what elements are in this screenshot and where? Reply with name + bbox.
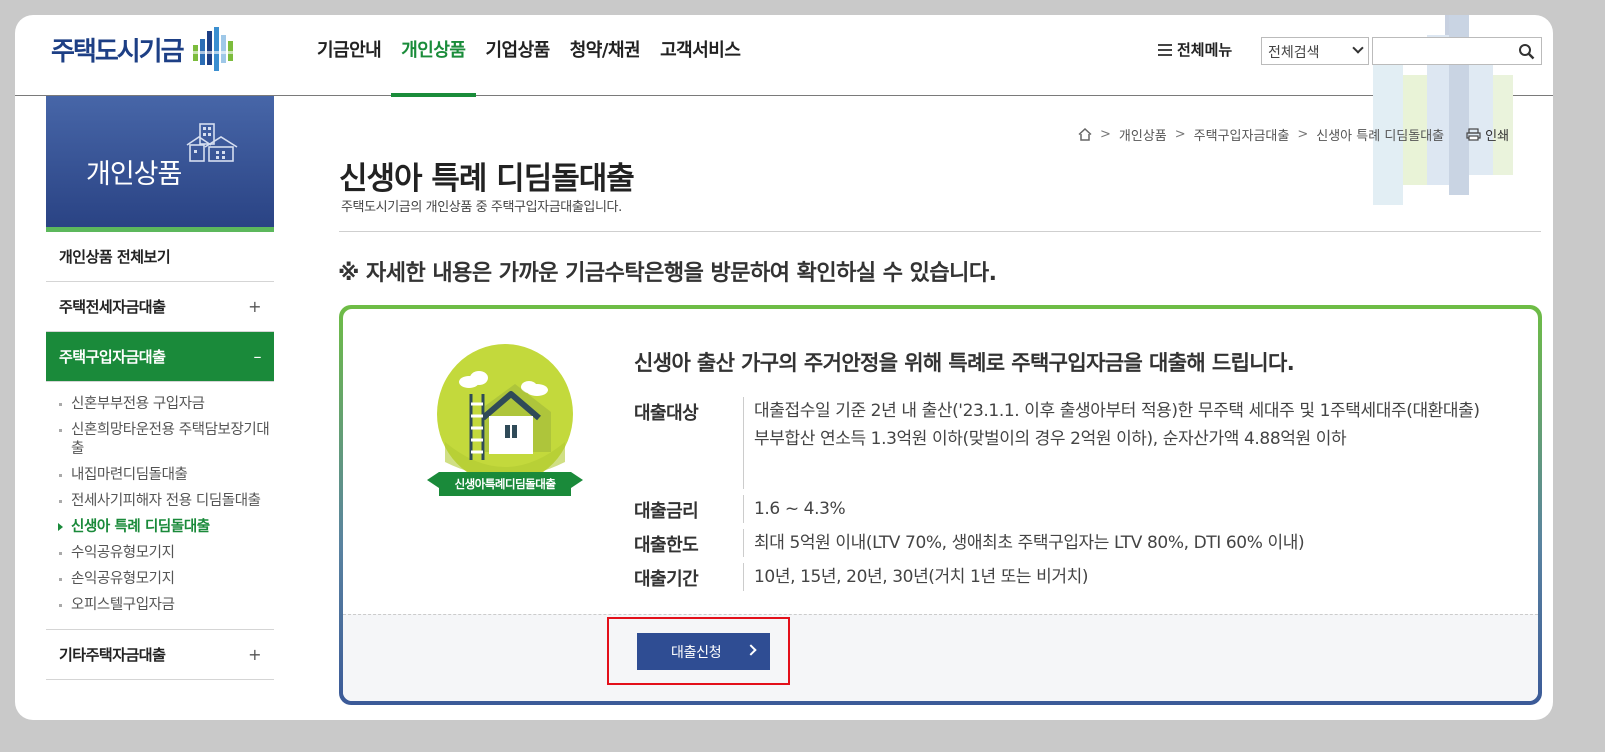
all-menu-button[interactable]: 전체메뉴 (1158, 39, 1232, 60)
submenu-item-officetel[interactable]: 오피스텔구입자금 (59, 593, 274, 619)
detail-value: 대출접수일 기준 2년 내 출산('23.1.1. 이후 출생아부터 적용)한 … (744, 397, 1514, 489)
sidebar-item-purchase-loan[interactable]: 주택구입자금대출 – (46, 332, 274, 382)
sidebar-submenu-container: 신혼부부전용 구입자금 신혼희망타운전용 주택담보장기대출 내집마련디딤돌대출 … (46, 382, 274, 630)
sidebar-item-all-personal[interactable]: 개인상품 전체보기 (46, 232, 274, 282)
sidebar-item-jeonse-loan[interactable]: 주택전세자금대출 + (46, 282, 274, 332)
nav-customer-service[interactable]: 고객서비스 (650, 15, 750, 96)
submenu-item-gain-loss-sharing[interactable]: 손익공유형모기지 (59, 567, 274, 593)
detail-label: 대출한도 (634, 529, 744, 557)
search-input[interactable] (1372, 37, 1542, 65)
sidebar-submenu: 신혼부부전용 구입자금 신혼희망타운전용 주택담보장기대출 내집마련디딤돌대출 … (46, 382, 274, 630)
nav-subscription-bonds[interactable]: 청약/채권 (560, 15, 650, 96)
hamburger-icon (1158, 43, 1172, 56)
collapse-icon: – (253, 347, 262, 366)
site-logo[interactable]: 주택도시기금 (51, 27, 239, 71)
detail-value: 1.6 ~ 4.3% (754, 499, 846, 519)
product-headline: 신생아 출산 가구의 주거안정을 위해 특례로 주택구입자금을 대출해 드립니다… (634, 351, 1295, 375)
site-header: 주택도시기금 기금안내 개인상품 기업상품 청약/채권 고객서비스 전체메뉴 전… (15, 15, 1553, 205)
browser-frame: 주택도시기금 기금안내 개인상품 기업상품 청약/채권 고객서비스 전체메뉴 전… (15, 15, 1553, 720)
expand-icon: + (248, 645, 261, 664)
sidebar-item-label: 개인상품 전체보기 (59, 248, 171, 266)
notice-text: ※ 자세한 내용은 가까운 기금수탁은행을 방문하여 확인하실 수 있습니다. (338, 261, 997, 286)
search-scope-select[interactable]: 전체검색 (1261, 37, 1369, 65)
logo-text: 주택도시기금 (51, 36, 185, 67)
detail-row-period: 대출기간 10년, 15년, 20년, 30년(거치 1년 또는 비거치) (634, 563, 1514, 591)
submenu-item-newlywed-hope-town[interactable]: 신혼희망타운전용 주택담보장기대출 (59, 418, 274, 463)
logo-mark-icon (190, 27, 237, 71)
sidebar-header: 개인상품 (46, 96, 274, 232)
nav-fund-info[interactable]: 기금안내 (307, 15, 391, 96)
detail-label: 대출기간 (634, 563, 744, 591)
highlight-box (607, 617, 790, 685)
submenu-item-profit-sharing[interactable]: 수익공유형모기지 (59, 541, 274, 567)
product-box-inner: 신생아특례디딤돌대출 신생아 출산 가구의 주거안정을 위해 특례로 주택구입자… (343, 309, 1538, 701)
breadcrumb: > 개인상품 > 주택구입자금대출 > 신생아 특례 디딤돌대출 인쇄 (1078, 125, 1509, 144)
printer-icon (1466, 128, 1481, 141)
detail-line: 대출접수일 기준 2년 내 출산('23.1.1. 이후 출생아부터 적용)한 … (754, 401, 1480, 421)
building-icon (186, 123, 238, 162)
sidebar-item-other-housing-loan[interactable]: 기타주택자금대출 + (46, 630, 274, 680)
home-icon[interactable] (1078, 128, 1092, 141)
product-box: 신생아특례디딤돌대출 신생아 출산 가구의 주거안정을 위해 특례로 주택구입자… (339, 305, 1542, 705)
chevron-right-icon: > (1297, 127, 1309, 142)
all-menu-label: 전체메뉴 (1177, 41, 1233, 59)
page-description: 주택도시기금의 개인상품 중 주택구입자금대출입니다. (341, 200, 622, 215)
chevron-right-icon: > (1174, 127, 1186, 142)
badge-label: 신생아특례디딤돌대출 (454, 477, 556, 491)
sidebar-item-label: 주택구입자금대출 (59, 348, 166, 366)
product-details: 대출대상 대출접수일 기준 2년 내 출산('23.1.1. 이후 출생아부터 … (634, 397, 1514, 591)
submenu-item-didimdol[interactable]: 내집마련디딤돌대출 (59, 463, 274, 489)
print-label: 인쇄 (1485, 129, 1510, 144)
detail-label: 대출금리 (634, 495, 744, 523)
chevron-right-icon: > (1100, 127, 1111, 142)
detail-label: 대출대상 (634, 397, 744, 489)
sidebar-item-label: 주택전세자금대출 (59, 298, 166, 316)
detail-row-limit: 대출한도 최대 5억원 이내(LTV 70%, 생애최초 주택구입자는 LTV … (634, 529, 1514, 557)
expand-icon: + (248, 297, 261, 316)
submenu-item-jeonse-fraud-victim[interactable]: 전세사기피해자 전용 디딤돌대출 (59, 489, 274, 515)
detail-row-rate: 대출금리 1.6 ~ 4.3% (634, 495, 1514, 523)
breadcrumb-item[interactable]: 개인상품 (1119, 125, 1167, 144)
sidebar: 개인상품 개인상품 전체보기 주택전세자금대출 + 주택구입자금대출 – 신혼부… (46, 96, 274, 680)
detail-value: 10년, 15년, 20년, 30년(거치 1년 또는 비거치) (754, 567, 1089, 587)
search-icon[interactable] (1518, 43, 1535, 60)
global-nav: 기금안내 개인상품 기업상품 청약/채권 고객서비스 (307, 15, 750, 97)
nav-personal-products[interactable]: 개인상품 (391, 15, 476, 97)
search-scope-value: 전체검색 (1268, 45, 1320, 61)
breadcrumb-item[interactable]: 주택구입자금대출 (1194, 125, 1290, 144)
sidebar-item-label: 기타주택자금대출 (59, 646, 166, 664)
product-box-footer: 대출신청 (343, 614, 1538, 701)
divider (339, 231, 1541, 232)
sidebar-title: 개인상품 (86, 159, 182, 190)
detail-line: 부부합산 연소득 1.3억원 이하(맞벌이의 경우 2억원 이하), 순자산가액… (754, 429, 1347, 449)
page-title: 신생아 특례 디딤돌대출 (339, 161, 635, 197)
submenu-item-newlywed[interactable]: 신혼부부전용 구입자금 (59, 392, 274, 418)
detail-value: 최대 5억원 이내(LTV 70%, 생애최초 주택구입자는 LTV 80%, … (754, 533, 1305, 553)
sidebar-menu: 개인상품 전체보기 주택전세자금대출 + 주택구입자금대출 – 신혼부부전용 구… (46, 232, 274, 680)
nav-corporate-products[interactable]: 기업상품 (476, 15, 560, 96)
print-button[interactable]: 인쇄 (1466, 125, 1509, 144)
submenu-item-newborn-special[interactable]: 신생아 특례 디딤돌대출 (58, 515, 274, 541)
detail-row-target: 대출대상 대출접수일 기준 2년 내 출산('23.1.1. 이후 출생아부터 … (634, 397, 1514, 489)
chevron-down-icon (1352, 42, 1364, 54)
breadcrumb-current: 신생아 특례 디딤돌대출 (1316, 129, 1445, 144)
